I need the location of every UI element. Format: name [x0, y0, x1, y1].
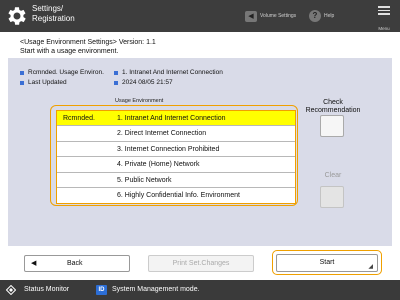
last-updated-label: Last Updated — [20, 79, 67, 86]
list-item[interactable]: 6. Highly Confidential Info. Environment — [57, 188, 295, 203]
volume-settings-button[interactable]: ◀ Volume Settings — [245, 8, 296, 24]
list-item[interactable]: 3. Internet Connection Prohibited — [57, 142, 295, 158]
list-item[interactable]: Rcmnded. 1. Intranet And Internet Connec… — [57, 111, 295, 127]
last-updated-value: 2024 08/05 21:57 — [114, 79, 173, 86]
usage-environment-list[interactable]: Rcmnded. 1. Intranet And Internet Connec… — [56, 110, 296, 205]
gear-icon — [8, 7, 26, 25]
recommended-environment-label: Rcmnded. Usage Environ. — [20, 69, 104, 76]
status-monitor-button[interactable]: Status Monitor — [24, 286, 69, 293]
check-recommendation-label: Check Recommendation — [305, 99, 361, 114]
version-text: <Usage Environment Settings> Version: 1.… — [20, 39, 156, 46]
recommended-environment-value: 1. Intranet And Internet Connection — [114, 69, 223, 76]
bullet-icon — [20, 80, 24, 85]
usage-environment-heading: Usage Environment — [115, 98, 164, 104]
bullet-icon — [114, 80, 118, 85]
print-set-changes-button[interactable]: Print Set.Changes — [148, 255, 254, 272]
start-button[interactable]: Start ◢ — [276, 254, 378, 272]
clear-label: Clear — [324, 172, 342, 179]
screen-header: <Usage Environment Settings> Version: 1.… — [20, 38, 156, 56]
list-item[interactable]: 5. Public Network — [57, 173, 295, 188]
recommended-tag: Rcmnded. — [63, 115, 95, 122]
speaker-icon: ◀ — [245, 10, 257, 22]
list-item[interactable]: 4. Private (Home) Network — [57, 157, 295, 173]
list-item[interactable]: 2. Direct Internet Connection — [57, 126, 295, 142]
bullet-icon — [20, 70, 24, 75]
back-button[interactable]: ◀ Back — [24, 255, 130, 272]
menu-button[interactable]: Menu — [374, 3, 394, 31]
status-monitor-icon — [6, 285, 16, 295]
clear-button[interactable] — [320, 186, 344, 208]
back-arrow-icon: ◀ — [31, 260, 37, 267]
corner-arrow-icon: ◢ — [368, 264, 373, 270]
system-mode-text: System Management mode. — [112, 286, 200, 293]
help-button[interactable]: ? Help — [309, 8, 334, 24]
hamburger-icon — [378, 6, 390, 15]
help-icon: ? — [309, 10, 321, 22]
bullet-icon — [114, 70, 118, 75]
check-recommendation-button[interactable] — [320, 115, 344, 137]
status-bar: Status Monitor ID System Management mode… — [0, 280, 400, 300]
top-bar: Settings/ Registration ◀ Volume Settings… — [0, 0, 400, 32]
app-title: Settings/ Registration — [32, 4, 75, 23]
instruction-text: Start with a usage environment. — [20, 48, 119, 55]
id-badge-icon: ID — [96, 285, 107, 295]
